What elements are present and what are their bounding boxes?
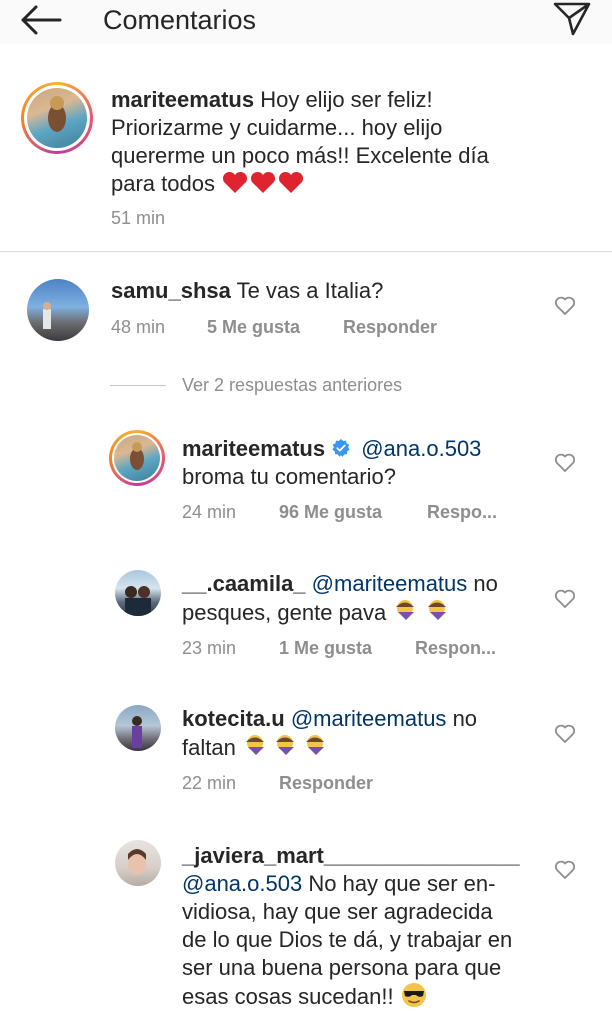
caption-username[interactable]: mariteematus	[111, 87, 254, 112]
heart-icon[interactable]	[554, 296, 576, 316]
reply-avatar[interactable]	[109, 430, 165, 486]
reply-likes[interactable]: 1 Me gusta	[279, 638, 372, 658]
caption-line4: para todos	[111, 171, 215, 196]
caption-text: mariteematus Hoy elijo ser feliz! Priori…	[111, 86, 601, 202]
reply-button[interactable]: Responder	[343, 317, 437, 337]
reply-avatar[interactable]	[115, 840, 161, 886]
reply-time: 23 min	[182, 638, 237, 658]
facepalm-emoji	[242, 733, 332, 766]
reply-time: 22 min	[182, 773, 237, 793]
verified-badge-icon	[332, 439, 350, 457]
heart-icon[interactable]	[554, 860, 576, 880]
reply-mention[interactable]: @mariteematus	[291, 706, 447, 731]
caption-line3: quererme un poco más!! Excelente día	[111, 143, 489, 168]
reply-username[interactable]: mariteematus	[182, 436, 325, 461]
reply-avatar[interactable]	[115, 705, 161, 751]
reply-username[interactable]: kotecita.u	[182, 706, 285, 731]
reply-button[interactable]: Respon...	[415, 638, 496, 658]
caption-avatar[interactable]	[21, 82, 93, 154]
facepalm-emoji	[392, 598, 452, 631]
caption-time: 51 min	[111, 208, 166, 228]
reply-text: kotecita.u @mariteematus no faltan	[182, 705, 542, 766]
reply-text: mariteematus @ana.o.503 broma tu comenta…	[182, 435, 532, 491]
heart-icon[interactable]	[554, 453, 576, 473]
reply-body: broma tu comentario?	[182, 464, 396, 489]
reply-text: __.caamila_ @mariteematus no pesques, ge…	[182, 570, 542, 631]
divider	[0, 251, 612, 252]
reply-mention[interactable]: @mariteematus	[312, 571, 468, 596]
reply-body: faltan	[182, 735, 236, 760]
reply-button[interactable]: Responder	[279, 773, 373, 793]
comment-username[interactable]: samu_shsa	[111, 278, 231, 303]
reply-time: 24 min	[182, 502, 237, 522]
reply-likes[interactable]: 96 Me gusta	[279, 502, 382, 522]
view-replies-link[interactable]: Ver 2 respuestas anteriores	[182, 375, 402, 396]
reply-mention[interactable]: @ana.o.503	[361, 436, 481, 461]
comment-body: Te vas a Italia?	[236, 278, 384, 303]
comment-likes[interactable]: 5 Me gusta	[207, 317, 300, 337]
arrow-left-icon[interactable]	[20, 4, 62, 36]
heart-icon[interactable]	[554, 589, 576, 609]
top-bar: Comentarios	[0, 0, 612, 44]
replies-line	[110, 385, 166, 386]
caption-line2: Priorizarme y cuidarme... hoy elijo	[111, 115, 443, 140]
caption-line1: Hoy elijo ser feliz!	[260, 87, 433, 112]
paper-plane-icon[interactable]	[552, 0, 592, 38]
page-title: Comentarios	[103, 5, 257, 35]
reply-mention[interactable]: @ana.o.503	[182, 871, 302, 896]
reply-body-line1: No hay que ser en-	[308, 871, 496, 896]
reply-username[interactable]: _javiera_mart________________	[182, 843, 520, 868]
reply-body-line2: vidiosa, hay que ser agradecida	[182, 899, 493, 924]
reply-avatar[interactable]	[115, 570, 161, 616]
reply-body-line5: esas cosas sucedan!!	[182, 984, 394, 1009]
comment-text: samu_shsa Te vas a Italia?	[111, 277, 383, 305]
reply-body: pesques, gente pava	[182, 600, 387, 625]
reply-text: _javiera_mart________________ @ana.o.503…	[182, 842, 562, 1015]
reply-body-line3: de lo que Dios te dá, y trabajar en	[182, 927, 513, 952]
comment-time: 48 min	[111, 317, 166, 337]
sunglasses-emoji	[400, 982, 428, 1015]
comment-avatar[interactable]	[27, 279, 89, 341]
heart-icon[interactable]	[554, 724, 576, 744]
reply-button[interactable]: Respo...	[427, 502, 497, 522]
reply-body-end: no	[473, 571, 498, 596]
reply-username[interactable]: __.caamila_	[182, 571, 306, 596]
reply-body-line4: ser una buena persona para que	[182, 955, 502, 980]
red-hearts-emoji	[221, 171, 305, 202]
reply-body-end: no	[452, 706, 478, 731]
